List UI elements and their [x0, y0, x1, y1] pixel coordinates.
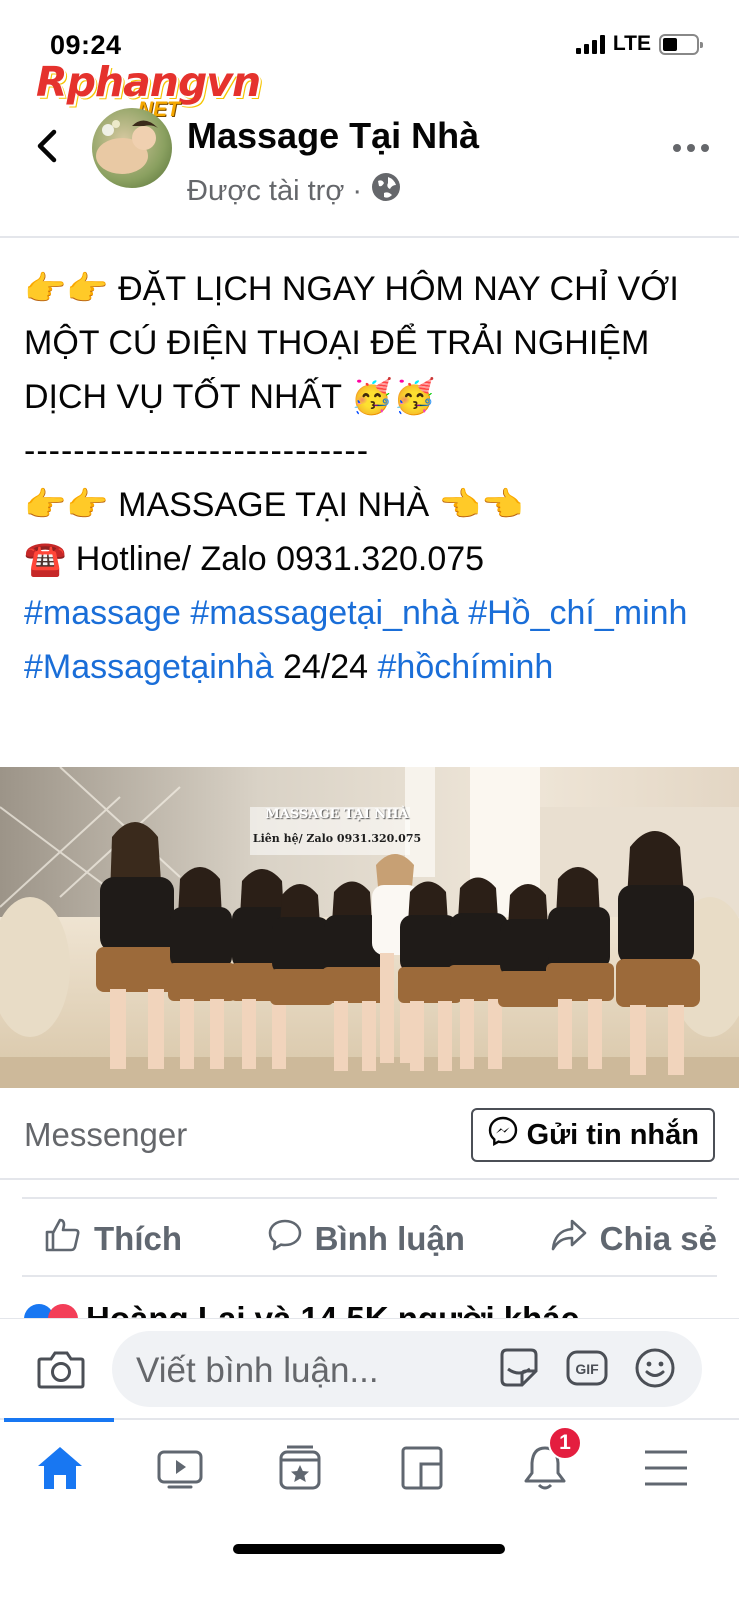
phone-emoji: ☎️: [24, 540, 67, 578]
battery-icon: [659, 33, 703, 55]
actions-divider-bottom: [22, 1275, 717, 1277]
header-divider: [0, 236, 739, 238]
share-label: Chia sẻ: [599, 1220, 717, 1257]
status-time: 09:24: [50, 30, 122, 60]
bottom-tab-bar: 1: [0, 1418, 739, 1600]
star-bookmark-icon: [279, 1445, 321, 1490]
tab-watch[interactable]: [150, 1438, 210, 1498]
dash-separator: ----------------------------: [24, 432, 370, 470]
more-options-icon[interactable]: [673, 144, 709, 152]
video-icon: [157, 1450, 203, 1489]
post-text: 👉👉 ĐẶT LỊCH NGAY HÔM NAY CHỈ VỚI MỘT CÚ …: [24, 262, 724, 694]
party-emoji: 🥳🥳: [350, 378, 436, 416]
pages-icon: [401, 1446, 443, 1490]
comment-composer: Viết bình luận... GIF: [0, 1318, 739, 1418]
active-tab-indicator: [4, 1418, 114, 1422]
photo-caption-title: MASSAGE TẠI NHÀ: [265, 807, 409, 822]
signal-icon: [575, 34, 605, 54]
hashtag-link[interactable]: #Massagetạinhà: [24, 648, 274, 686]
comment-input[interactable]: Viết bình luận... GIF: [112, 1331, 702, 1407]
service-title: MASSAGE TẠI NHÀ: [118, 486, 430, 524]
actions-divider-top: [22, 1197, 717, 1199]
hashtag-link[interactable]: #massagetại_nhà: [190, 594, 458, 632]
camera-icon[interactable]: [36, 1347, 86, 1396]
hashtag-link[interactable]: #hồchíminh: [378, 648, 554, 686]
pointing-left-emoji: 👈👈: [438, 486, 524, 524]
comment-button[interactable]: Bình luận: [267, 1217, 465, 1261]
comment-label: Bình luận: [314, 1220, 465, 1257]
reactions-text: Hoàng Lai và 14,5K người khác: [86, 1300, 579, 1318]
watermark-logo: Rphangvn .NET: [36, 58, 261, 121]
hours-text: 24/24: [282, 648, 369, 686]
post-photo[interactable]: MASSAGE TẠI NHÀ Liên hệ/ Zalo 0931.320.0…: [0, 767, 739, 1088]
like-label: Thích: [94, 1220, 182, 1257]
menu-icon: [645, 1450, 687, 1486]
tab-pages[interactable]: [392, 1438, 452, 1498]
network-label: LTE: [612, 32, 651, 55]
post-paragraph-3: ☎️ Hotline/ Zalo 0931.320.075: [24, 532, 724, 586]
gif-icon[interactable]: GIF: [564, 1345, 610, 1396]
hashtag-link[interactable]: #Hồ_chí_minh: [468, 594, 687, 632]
post-paragraph-1: 👉👉 ĐẶT LỊCH NGAY HÔM NAY CHỈ VỚI MỘT CÚ …: [24, 262, 724, 424]
hotline-text: Hotline/ Zalo 0931.320.075: [75, 540, 485, 578]
sponsored-label: Được tài trợ: [187, 174, 345, 207]
home-indicator[interactable]: [233, 1544, 505, 1554]
messenger-icon: [487, 1115, 519, 1155]
home-icon: [38, 1447, 82, 1489]
sticker-icon[interactable]: [496, 1345, 542, 1396]
thumbs-up-icon: [44, 1217, 82, 1261]
comment-icon: [267, 1217, 303, 1261]
globe-icon: [370, 171, 402, 211]
post-paragraph-2: 👉👉 MASSAGE TẠI NHÀ 👈👈: [24, 478, 724, 532]
messenger-cta-row: Messenger Gửi tin nhắn: [0, 1088, 739, 1180]
notification-badge: 1: [548, 1426, 582, 1460]
share-button[interactable]: Chia sẻ: [550, 1218, 717, 1260]
page-name[interactable]: Massage Tại Nhà: [187, 115, 479, 157]
hashtag-link[interactable]: #massage: [24, 594, 181, 632]
svg-text:GIF: GIF: [575, 1361, 599, 1377]
back-icon[interactable]: [32, 126, 62, 166]
messenger-label: Messenger: [24, 1116, 188, 1153]
tab-home[interactable]: [30, 1438, 90, 1498]
reactions-summary[interactable]: Hoàng Lai và 14,5K người khác: [24, 1296, 724, 1318]
photo-caption-contact: Liên hệ/ Zalo 0931.320.075: [252, 832, 422, 845]
sponsored-row: Được tài trợ ·: [187, 171, 402, 211]
status-indicators: LTE: [575, 32, 703, 56]
post-actions: Thích Bình luận Chia sẻ: [22, 1206, 717, 1272]
like-button[interactable]: Thích: [44, 1217, 182, 1261]
send-message-button[interactable]: Gửi tin nhắn: [470, 1108, 715, 1162]
pointing-right-emoji: 👉👉: [24, 486, 109, 524]
page-avatar[interactable]: [92, 108, 172, 188]
separator-dot: ·: [352, 174, 363, 207]
tab-menu[interactable]: [636, 1438, 696, 1498]
pointing-emoji: 👉👉: [24, 270, 109, 308]
tab-marketplace[interactable]: [270, 1438, 330, 1498]
emoji-icon[interactable]: [632, 1345, 678, 1396]
photo-caption: MASSAGE TẠI NHÀ Liên hệ/ Zalo 0931.320.0…: [252, 807, 422, 845]
love-reaction-icon: [48, 1304, 78, 1318]
share-icon: [550, 1218, 588, 1260]
post-hashtags: #massage #massagetại_nhà #Hồ_chí_minh #M…: [24, 586, 724, 694]
send-message-label: Gửi tin nhắn: [526, 1118, 699, 1151]
comment-placeholder: Viết bình luận...: [136, 1351, 379, 1390]
